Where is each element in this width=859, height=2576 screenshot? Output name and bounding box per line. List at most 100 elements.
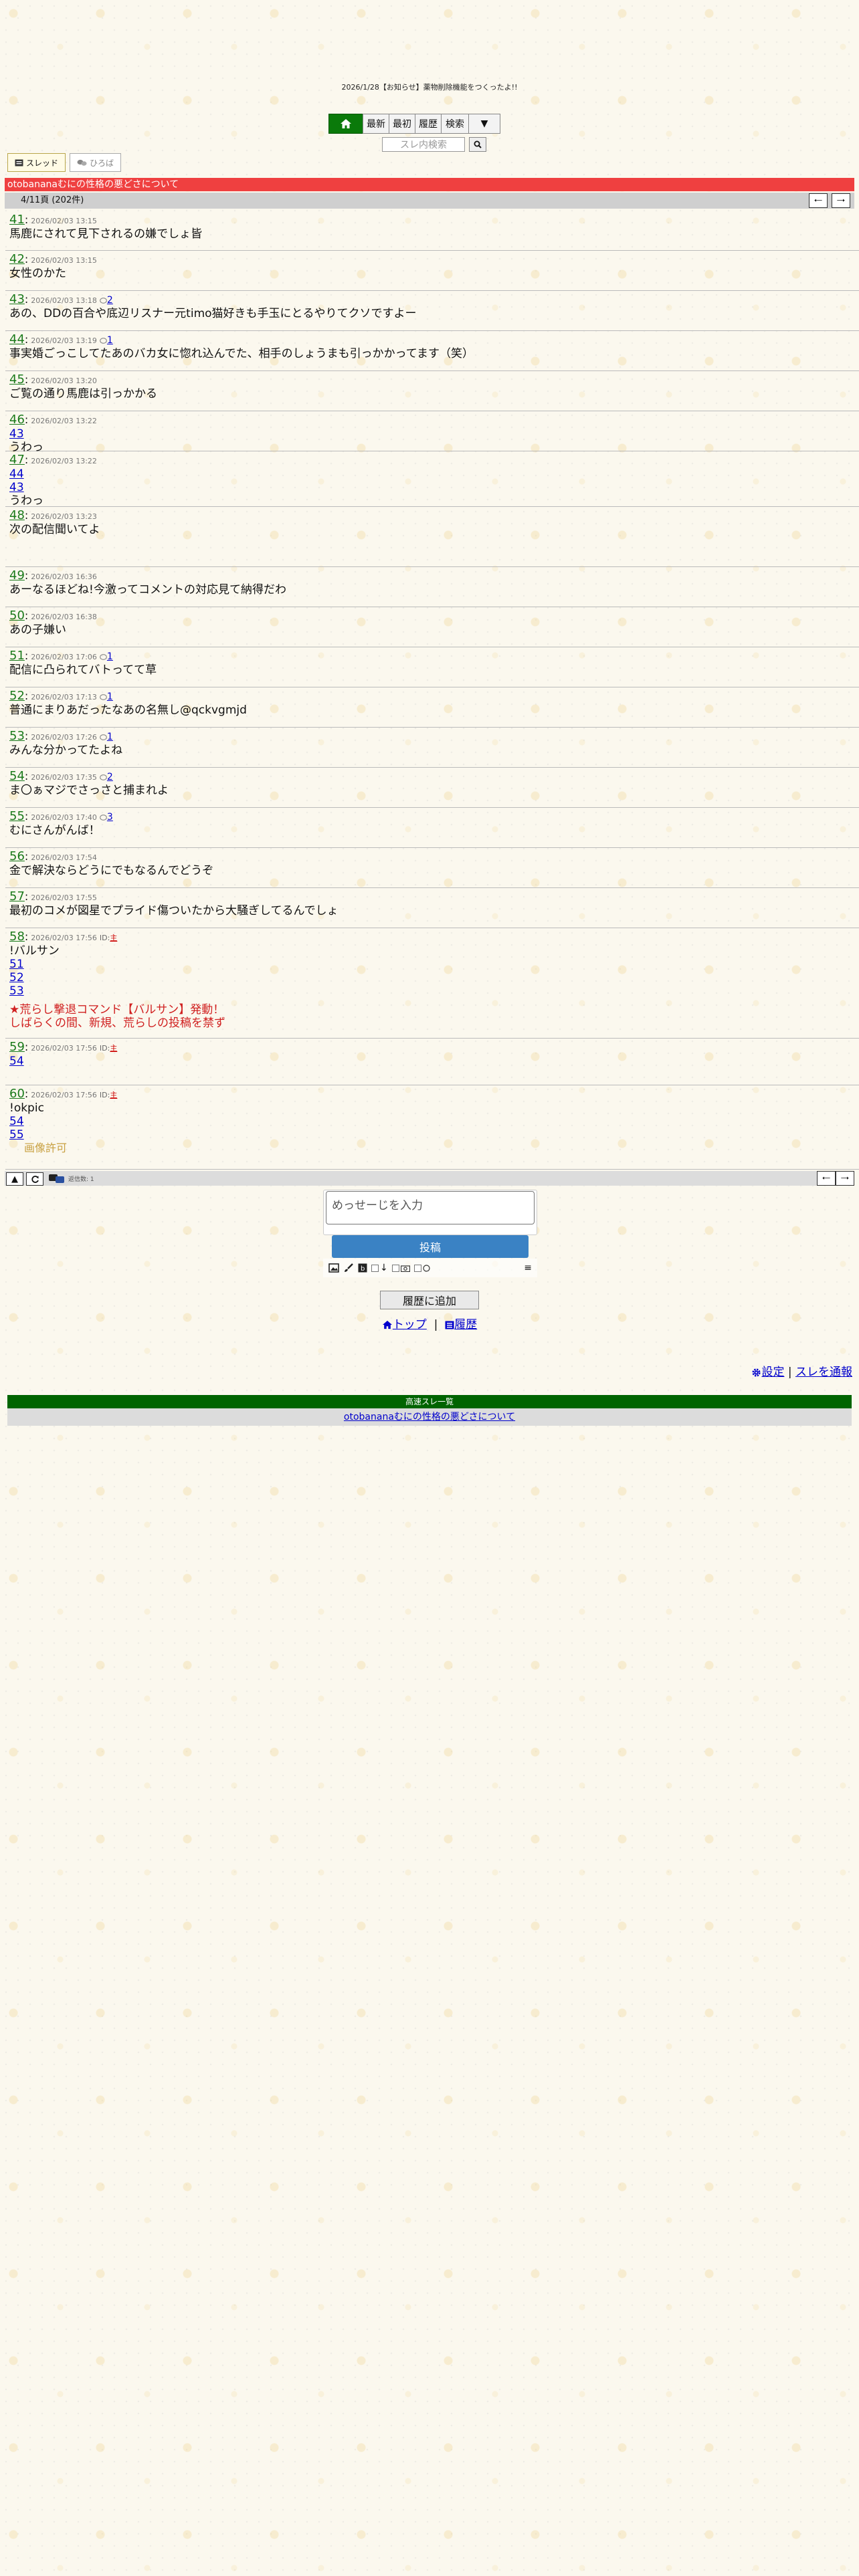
post-number-link[interactable]: 59 [9, 1040, 25, 1054]
bottom-prev-page-button[interactable]: 🠀 [817, 1171, 836, 1186]
post-number-link[interactable]: 55 [9, 809, 25, 823]
reply-count-link[interactable]: 2 [107, 772, 113, 782]
tab-hiroba[interactable]: ひろば [70, 153, 122, 172]
anchor-link[interactable]: 52 [9, 971, 24, 984]
post-number-link[interactable]: 54 [9, 769, 25, 783]
speed-thread-link[interactable]: otobananaむにの性格の悪どさについて [344, 1412, 515, 1422]
anchor-link[interactable]: 55 [9, 1128, 24, 1142]
list-icon [445, 1321, 454, 1329]
post-id-value[interactable]: 主 [110, 934, 117, 942]
message-input[interactable]: めっせーじを入力 [326, 1191, 535, 1224]
reply-count-link[interactable]: 1 [107, 732, 113, 742]
option-camera[interactable] [391, 1264, 410, 1272]
post-body: !バルサン 51 52 53 ★荒らし撃退コマンド【バルサン】発動！ しばらくの間、新規、… [9, 944, 859, 1034]
reply-count-link[interactable]: 1 [107, 691, 113, 702]
post-id-value[interactable]: 主 [110, 1044, 117, 1053]
option-sage[interactable]: ↓ [371, 1263, 388, 1273]
more-menu-button[interactable]: ▼ [468, 114, 500, 134]
add-history-button[interactable]: 履歴に追加 [380, 1291, 479, 1309]
gear-icon [752, 1368, 761, 1377]
reply-count-link[interactable]: 3 [107, 812, 113, 823]
chat-bubbles-icon [77, 159, 87, 166]
option-id[interactable] [413, 1264, 430, 1272]
arrow-left-icon: 🠀 [822, 1172, 831, 1184]
latest-button[interactable]: 最新 [363, 114, 389, 134]
post-number-link[interactable]: 49 [9, 568, 25, 582]
settings-links: 設定 | スレを通報 [751, 1362, 852, 1379]
home-button[interactable] [328, 114, 363, 134]
search-input[interactable]: スレ内検索 [382, 137, 465, 152]
search-submit-button[interactable] [469, 137, 486, 152]
post-text: 配信に凸られてバトってて草 [9, 663, 157, 677]
post-colon: : [24, 569, 29, 582]
post-number-link[interactable]: 52 [9, 689, 25, 703]
reload-button[interactable] [26, 1172, 43, 1186]
first-button[interactable]: 最初 [389, 114, 415, 134]
post-number-link[interactable]: 41 [9, 213, 25, 227]
bottom-toolbar: ▲ 返信数: 1 🠀 🠂 [5, 1171, 854, 1186]
post-colon: : [24, 609, 29, 622]
next-page-button[interactable]: 🠂 [832, 193, 850, 208]
scroll-top-button[interactable]: ▲ [6, 1172, 23, 1186]
post-id-value[interactable]: 主 [110, 1091, 117, 1099]
tab-thread[interactable]: スレッド [7, 153, 66, 172]
post-number-link[interactable]: 43 [9, 292, 25, 306]
anchor-link[interactable]: 51 [9, 958, 24, 971]
command-message: しばらくの間、新規、荒らしの投稿を禁ず [9, 1016, 225, 1030]
camera-icon [400, 1265, 410, 1272]
post-number-link[interactable]: 51 [9, 649, 25, 663]
post-header: 56: 2026/02/03 17:54 [9, 849, 859, 864]
post-number-link[interactable]: 60 [9, 1087, 25, 1101]
post-number-link[interactable]: 45 [9, 372, 25, 387]
svg-text:b: b [361, 1265, 365, 1273]
history-button[interactable]: 履歴 [415, 114, 442, 134]
post-date: 2026/02/03 13:18 [31, 296, 97, 305]
reply-count-link[interactable]: 1 [107, 651, 113, 662]
report-thread-link[interactable]: スレを通報 [795, 1366, 852, 1379]
search-button[interactable]: 検索 [441, 114, 469, 134]
anchor-link[interactable]: 54 [9, 1055, 24, 1068]
bottom-next-page-button[interactable]: 🠂 [836, 1171, 854, 1186]
post-submit-button[interactable]: 投稿 [332, 1235, 529, 1258]
post-number-link[interactable]: 57 [9, 889, 25, 903]
post-colon: : [24, 213, 29, 226]
anchor-link[interactable]: 43 [9, 427, 24, 441]
post-number-link[interactable]: 50 [9, 609, 25, 623]
arrow-left-icon: 🠀 [814, 194, 823, 207]
reply-count-link[interactable]: 2 [107, 295, 113, 306]
post-item: 55: 2026/02/03 17:40 3 むにさんがんば！ [5, 809, 859, 848]
reply-count-link[interactable]: 1 [107, 335, 113, 346]
settings-link[interactable]: 設定 [751, 1366, 784, 1379]
post-date: 2026/02/03 17:56 [31, 934, 97, 942]
font-icon[interactable]: b [358, 1263, 367, 1273]
id-checkbox[interactable] [413, 1264, 421, 1272]
post-body: あーなるほどね!今激ってコメントの対応見て納得だわ [9, 583, 859, 597]
top-link[interactable]: トップ [382, 1318, 427, 1331]
post-number-link[interactable]: 44 [9, 332, 25, 346]
anchor-link[interactable]: 43 [9, 481, 24, 494]
prev-page-button[interactable]: 🠀 [809, 193, 828, 208]
post-number-link[interactable]: 48 [9, 508, 25, 522]
compose-menu-button[interactable]: ≡ [524, 1263, 532, 1273]
post-item: 45: 2026/02/03 13:20 ご覧の通り馬鹿は引っかかる [5, 372, 859, 411]
speed-thread-item: otobananaむにの性格の悪どさについて [7, 1408, 852, 1426]
home-icon [382, 1320, 392, 1329]
brush-icon[interactable] [343, 1263, 354, 1273]
sage-checkbox[interactable] [371, 1264, 379, 1272]
image-icon[interactable] [328, 1263, 339, 1273]
anchor-link[interactable]: 44 [9, 467, 24, 481]
top-link-label: トップ [392, 1318, 427, 1331]
post-number-link[interactable]: 56 [9, 849, 25, 863]
post-number-link[interactable]: 42 [9, 252, 25, 266]
post-date: 2026/02/03 17:56 [31, 1091, 97, 1099]
post-number-link[interactable]: 47 [9, 453, 25, 467]
post-text: うわっ [9, 441, 43, 454]
post-number-link[interactable]: 53 [9, 729, 25, 743]
camera-checkbox[interactable] [391, 1264, 399, 1272]
post-number-link[interactable]: 58 [9, 930, 25, 944]
history-link[interactable]: 履歴 [445, 1318, 477, 1331]
post-number-link[interactable]: 46 [9, 413, 25, 427]
anchor-link[interactable]: 53 [9, 984, 24, 998]
post-date: 2026/02/03 16:36 [31, 572, 97, 581]
anchor-link[interactable]: 54 [9, 1115, 24, 1128]
